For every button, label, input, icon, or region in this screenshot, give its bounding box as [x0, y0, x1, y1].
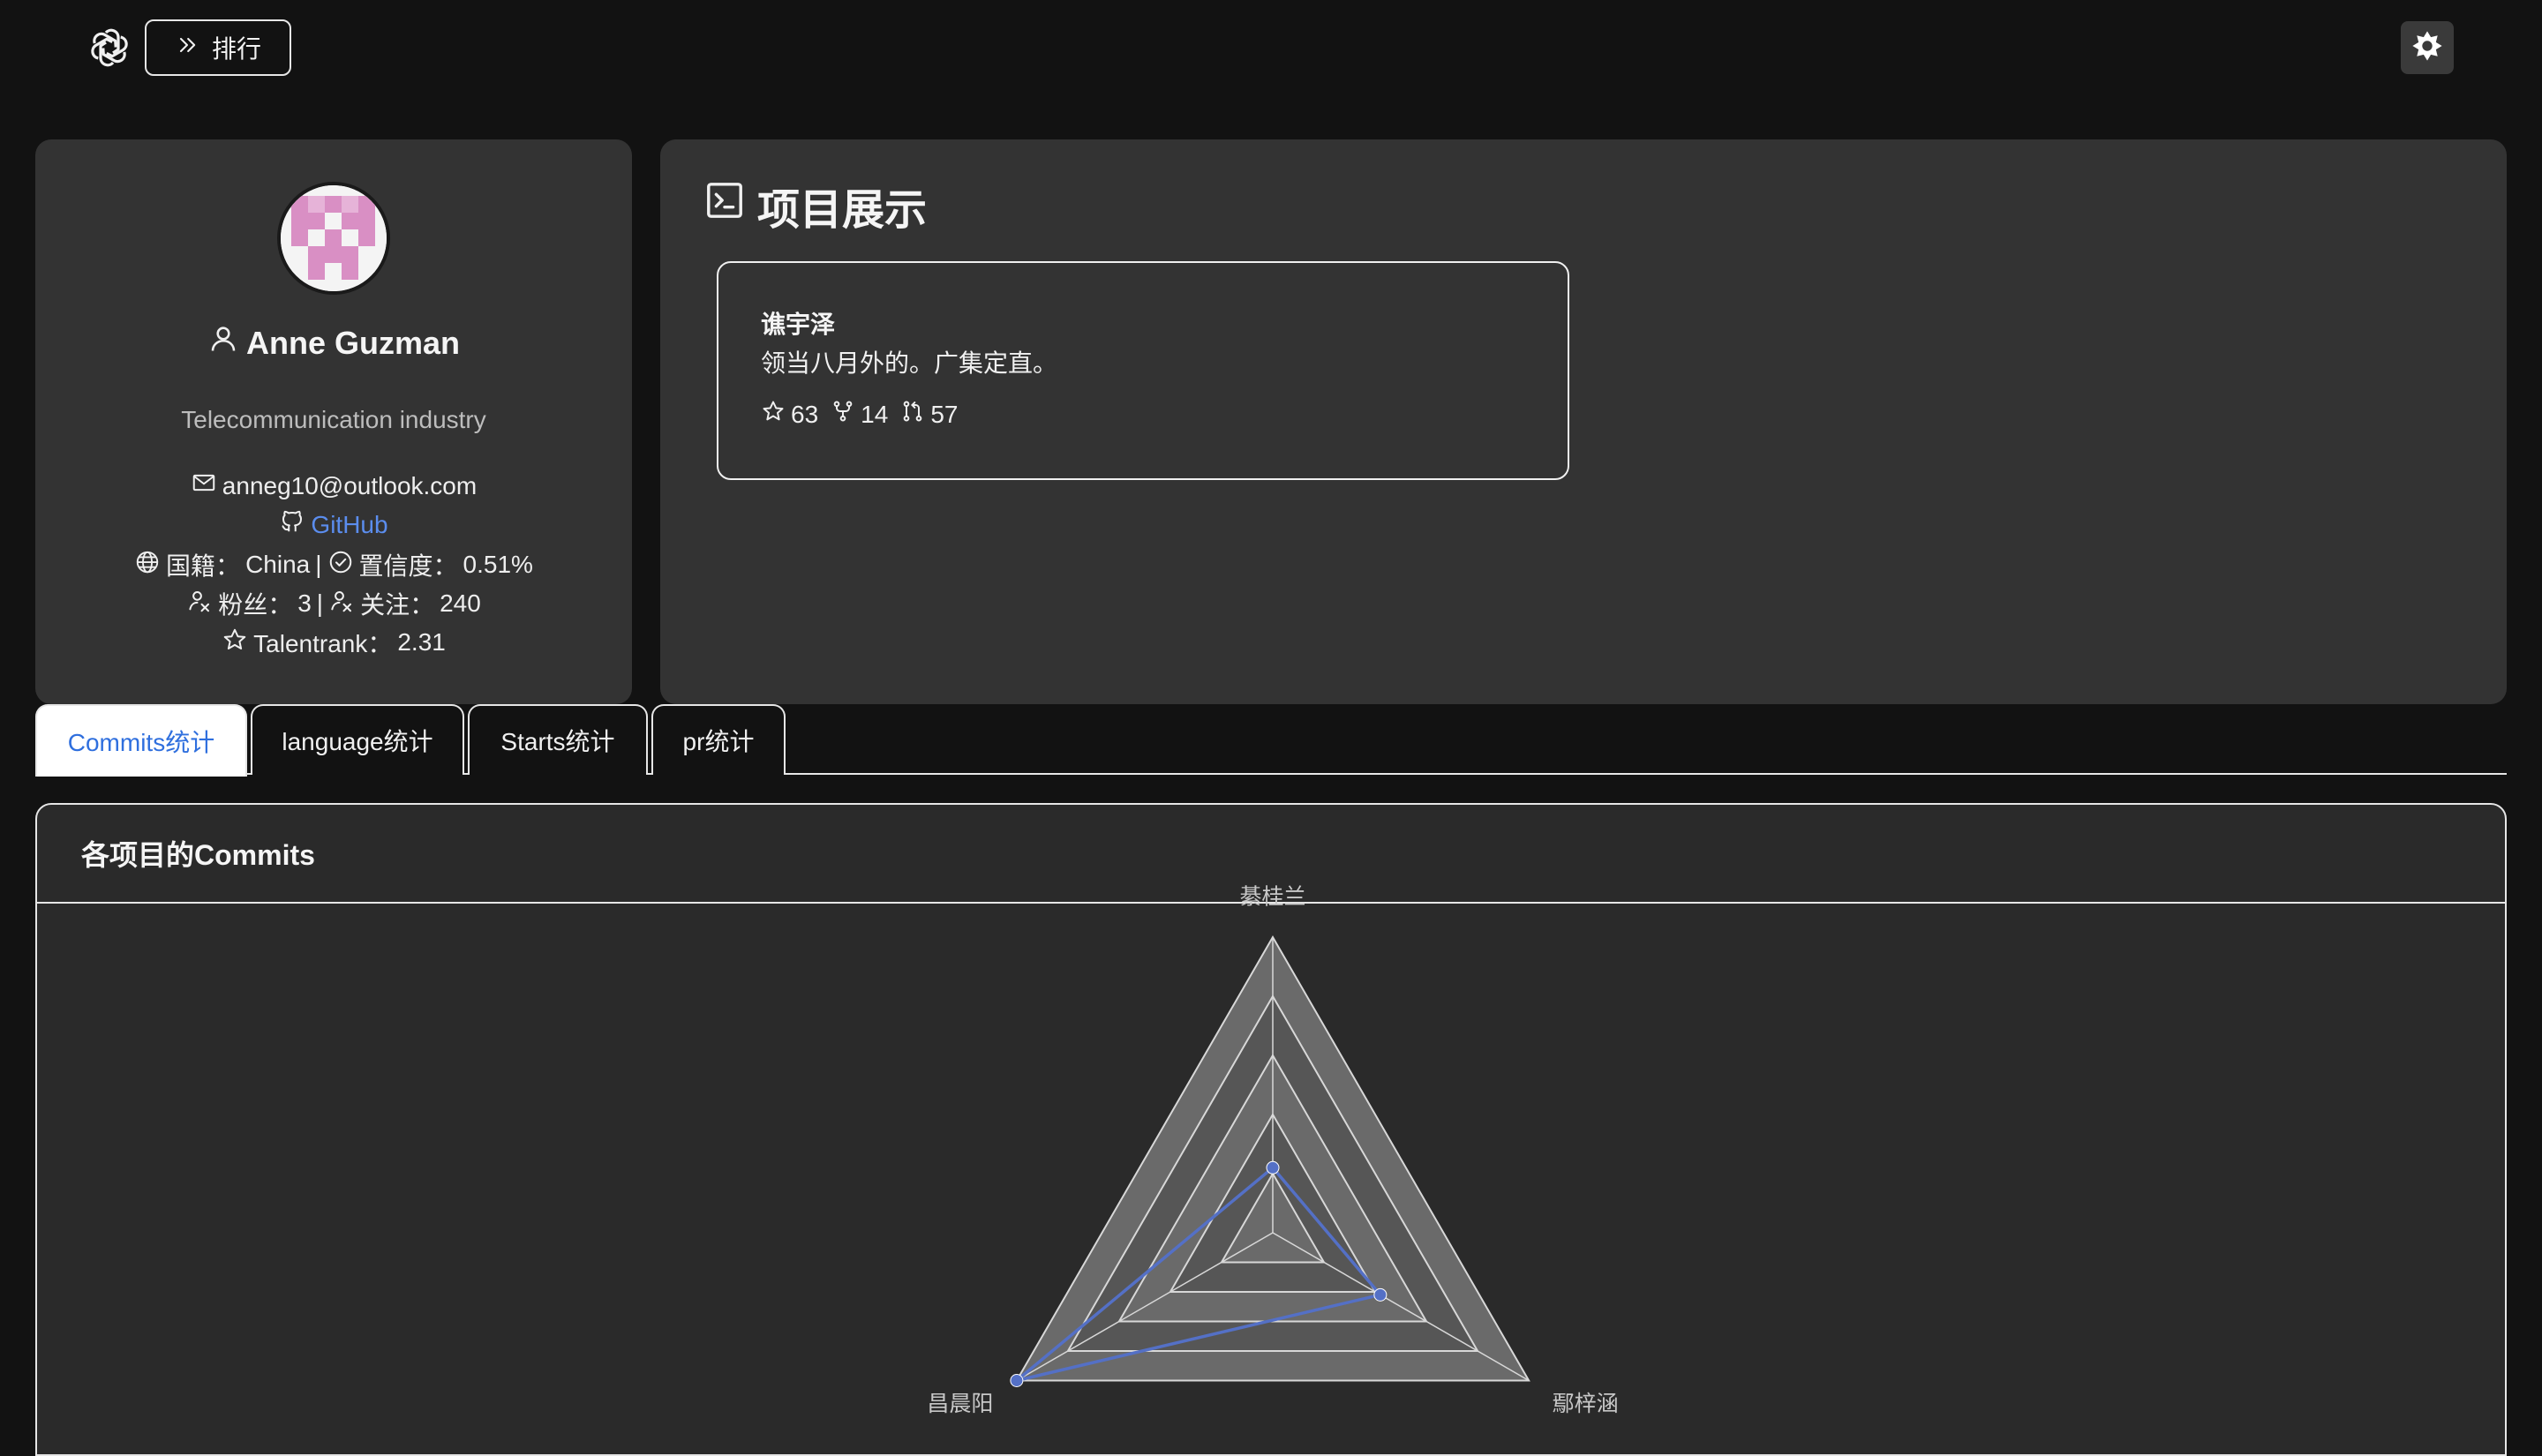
following-value: 240	[440, 589, 481, 617]
radar-data-point	[1010, 1374, 1024, 1387]
tab-language[interactable]: language统计	[251, 704, 464, 775]
repo-prs: 57	[900, 399, 958, 430]
star-icon	[761, 399, 786, 430]
commits-chart-panel: 各项目的Commits 綦桂兰 鄢梓涵 昌晨阳	[35, 803, 2507, 1456]
confidence-label: 置信度：	[358, 552, 458, 580]
following-icon	[328, 588, 355, 620]
separator: |	[315, 551, 322, 578]
rank-button-label: 排行	[211, 35, 261, 63]
followers-label: 粉丝：	[218, 591, 293, 619]
github-link[interactable]: GitHub	[311, 511, 387, 539]
repo-forks: 14	[831, 399, 888, 430]
mail-icon	[191, 469, 217, 502]
separator: |	[316, 589, 324, 617]
check-circle-icon	[327, 549, 354, 582]
email-row: anneg10@outlook.com	[35, 469, 632, 502]
top-bar: 排行	[0, 0, 2542, 97]
globe-icon	[134, 549, 161, 582]
profile-name: Anne Guzman	[245, 324, 460, 361]
projects-title-text: 项目展示	[757, 187, 928, 234]
talentrank-row: Talentrank： 2.31	[35, 625, 632, 660]
followers-icon	[186, 588, 213, 620]
talentrank-value: 2.31	[397, 628, 446, 656]
repo-description: 领当八月外的。广集定直。	[761, 349, 1058, 377]
repo-stats: 63 14 57	[761, 399, 958, 430]
radar-indicator-label: 昌晨阳	[927, 1392, 993, 1416]
repo-stars-count: 63	[791, 400, 819, 428]
repo-forks-count: 14	[861, 400, 889, 428]
confidence-value: 0.51%	[463, 551, 533, 578]
profile-email: anneg10@outlook.com	[222, 471, 478, 499]
profile-card: Anne Guzman Telecommunication industry a…	[35, 139, 632, 704]
sun-icon	[2410, 29, 2444, 67]
stats-tabs: Commits统计 language统计 Starts统计 pr统计	[35, 704, 2507, 777]
repo-stars: 63	[761, 399, 818, 430]
nationality-confidence-row: 国籍： China | 置信度： 0.51%	[35, 547, 632, 582]
repo-prs-count: 57	[930, 400, 959, 428]
radar-data-point	[1266, 1160, 1280, 1175]
fork-icon	[831, 399, 855, 430]
followers-value: 3	[297, 589, 312, 617]
profile-name-row: Anne Guzman	[35, 323, 632, 363]
terminal-icon	[704, 180, 745, 231]
nationality-label: 国籍：	[166, 552, 241, 580]
radar-indicator-label: 鄢梓涵	[1553, 1392, 1619, 1416]
tab-starts[interactable]: Starts统计	[468, 704, 648, 775]
radar-indicator-label: 綦桂兰	[1239, 885, 1305, 910]
repo-card[interactable]: 谯宇泽 领当八月外的。广集定直。 63 14 57	[717, 261, 1569, 480]
radar-chart: 綦桂兰鄢梓涵 昌晨阳	[927, 885, 1619, 1417]
nationality-value: China	[245, 551, 311, 578]
github-row: GitHub	[35, 508, 632, 541]
tab-commits[interactable]: Commits统计	[35, 704, 247, 777]
tab-pr[interactable]: pr统计	[651, 704, 786, 775]
openai-logo-icon[interactable]	[88, 26, 131, 69]
avatar	[277, 182, 390, 295]
pull-request-icon	[900, 399, 925, 430]
projects-panel: 项目展示 谯宇泽 领当八月外的。广集定直。 63 14 57	[660, 139, 2507, 704]
radar-data-point	[1373, 1287, 1388, 1302]
user-icon	[207, 323, 239, 363]
projects-title: 项目展示	[704, 175, 927, 236]
star-icon	[222, 627, 248, 659]
talentrank-label: Talentrank：	[253, 630, 393, 657]
repo-name: 谯宇泽	[761, 311, 836, 338]
rank-button[interactable]: 排行	[145, 19, 291, 76]
theme-toggle-button[interactable]	[2401, 21, 2454, 74]
github-icon	[279, 508, 305, 541]
following-label: 关注：	[360, 591, 435, 619]
followers-row: 粉丝： 3 | 关注： 240	[35, 586, 632, 621]
profile-company: Telecommunication industry	[181, 406, 486, 433]
chevrons-right-icon	[175, 33, 199, 64]
